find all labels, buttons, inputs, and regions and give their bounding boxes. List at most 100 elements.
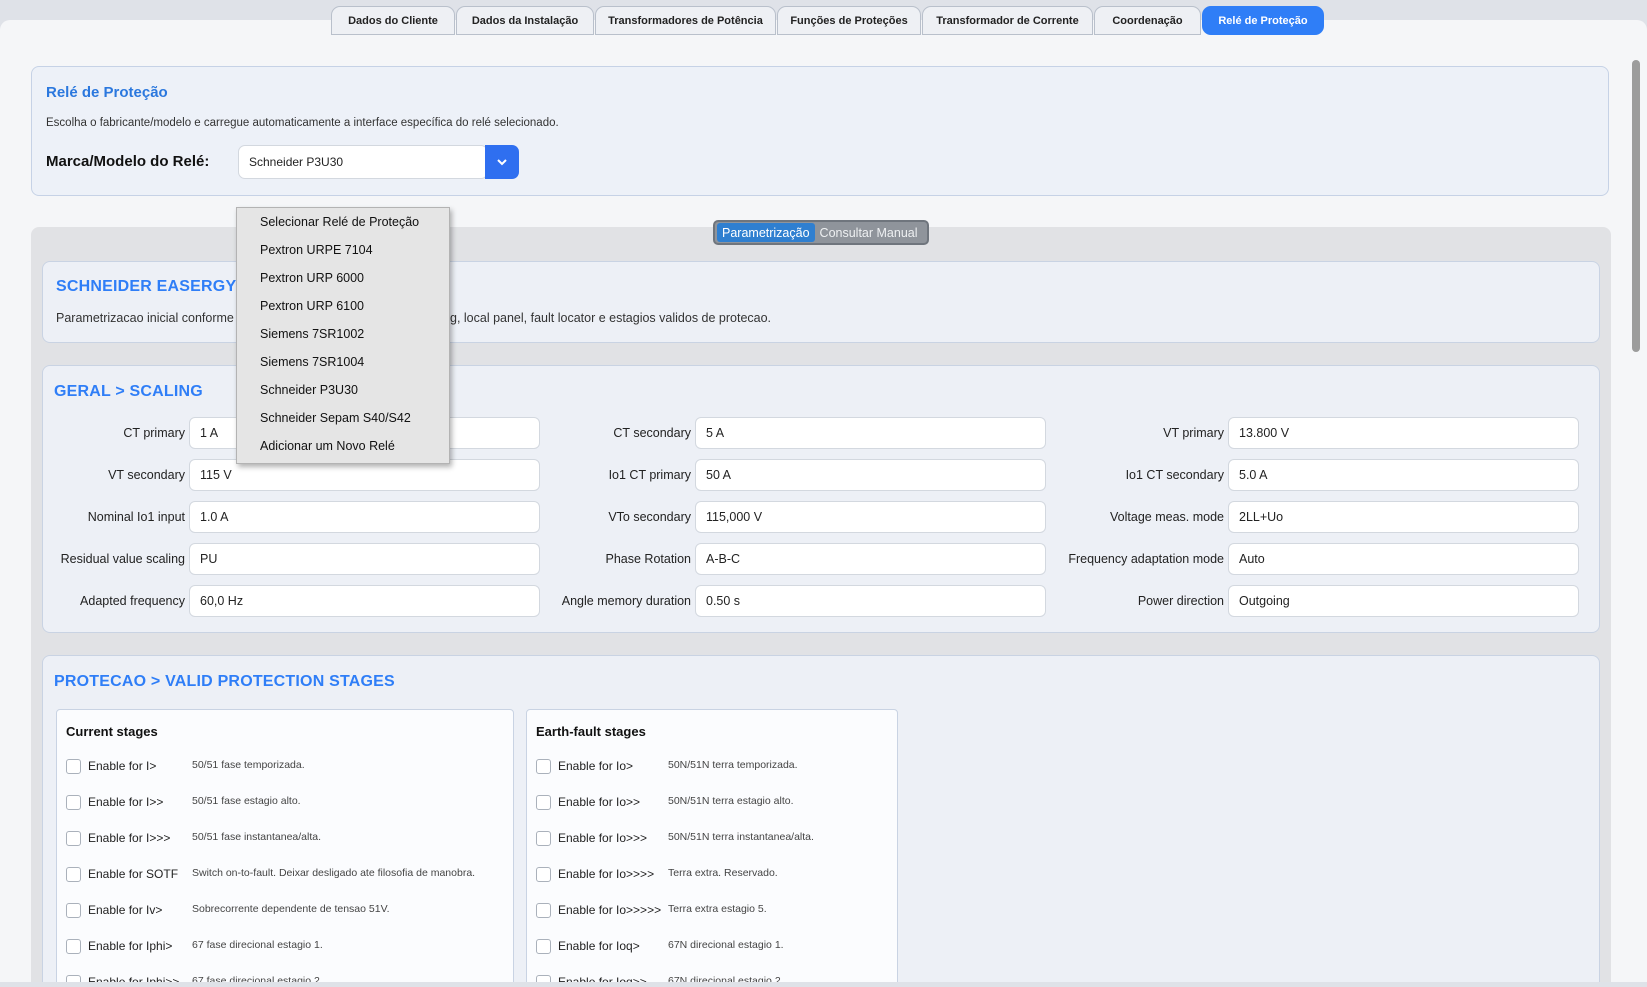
stage-row: Enable for Io> [536,757,633,775]
earth-fault-stages-box: Earth-fault stages Enable for Io> 50N/51… [526,709,898,987]
stage-row: Enable for Iphi> [66,937,172,955]
stage-label: Enable for Io>> [558,795,641,809]
intro-description-start: Parametrizacao inicial conforme [56,311,234,325]
frequency-adaptation-mode-input[interactable]: Auto [1228,543,1579,575]
field-label: Frequency adaptation mode [1068,552,1224,566]
field-label: Angle memory duration [561,594,691,608]
dropdown-option[interactable]: Siemens 7SR1004 [260,355,364,369]
vto-secondary-input[interactable]: 115,000 V [695,501,1046,533]
stage-label: Enable for I>>> [88,831,171,845]
field-label: Phase Rotation [605,552,691,566]
ct-secondary-input[interactable]: 5 A [695,417,1046,449]
stage-description: 50N/51N terra instantanea/alta. [668,831,814,843]
stage-row: Enable for SOTF [66,865,178,883]
tab-rele-protecao[interactable]: Relé de Proteção [1202,6,1324,35]
angle-memory-duration-input[interactable]: 0.50 s [695,585,1046,617]
stage-label: Enable for Ioq> [558,939,640,953]
field-label: CT primary [123,426,185,440]
toggle-parametrizacao[interactable]: Parametrização [717,223,815,242]
phase-rotation-input[interactable]: A-B-C [695,543,1046,575]
enable-io4-checkbox[interactable] [536,866,551,882]
field-label: VT primary [1163,426,1224,440]
dropdown-option[interactable]: Siemens 7SR1002 [260,327,364,341]
page-scrollbar[interactable] [1632,60,1640,352]
relay-description: Escolha o fabricante/modelo e carregue a… [46,117,559,129]
field-label: Voltage meas. mode [1110,510,1224,524]
enable-io3-checkbox[interactable] [536,830,551,846]
stage-row: Enable for Io>> [536,793,640,811]
enable-i3-checkbox[interactable] [66,830,81,846]
mode-toggle: Parametrização Consultar Manual [713,220,929,245]
nominal-io1-input[interactable]: 1.0 A [189,501,540,533]
stage-label: Enable for Iv> [88,903,163,917]
stage-description: 50N/51N terra estagio alto. [668,795,794,807]
stage-label: Enable for Io>>>>> [558,903,662,917]
stage-row: Enable for Ioq> [536,937,640,955]
power-direction-input[interactable]: Outgoing [1228,585,1579,617]
enable-io5-checkbox[interactable] [536,902,551,918]
stage-label: Enable for Io>>>> [558,867,655,881]
tab-transformadores-potencia[interactable]: Transformadores de Potência [595,6,776,35]
stage-row: Enable for I>> [66,793,163,811]
io1-ct-primary-input[interactable]: 50 A [695,459,1046,491]
tab-coordenacao[interactable]: Coordenação [1094,6,1201,35]
intro-description-end: g, local panel, fault locator e estagios… [450,311,772,325]
dropdown-option[interactable]: Pextron URPE 7104 [260,243,373,257]
protection-stages-section: PROTECAO > VALID PROTECTION STAGES Curre… [42,655,1600,987]
intro-title: SCHNEIDER EASERGY [56,278,237,295]
stage-label: Enable for I>> [88,795,164,809]
dropdown-option[interactable]: Schneider P3U30 [260,383,358,397]
enable-iphi1-checkbox[interactable] [66,938,81,954]
enable-sotf-checkbox[interactable] [66,866,81,882]
relay-select-dropdown-button[interactable] [485,145,519,179]
field-label: Residual value scaling [60,552,185,566]
enable-io2-checkbox[interactable] [536,794,551,810]
io1-ct-secondary-input[interactable]: 5.0 A [1228,459,1579,491]
field-label: Power direction [1137,594,1224,608]
field-label: Io1 CT secondary [1125,468,1224,482]
dropdown-option[interactable]: Selecionar Relé de Proteção [260,215,419,229]
enable-iv-checkbox[interactable] [66,902,81,918]
dropdown-option[interactable]: Adicionar um Novo Relé [260,439,395,453]
stage-description: 50/51 fase estagio alto. [192,795,301,807]
current-stages-box: Current stages Enable for I> 50/51 fase … [56,709,514,987]
stage-label: Enable for I> [88,759,157,773]
field-label: Nominal Io1 input [87,510,185,524]
stage-description: 67N direcional estagio 1. [668,939,784,951]
enable-i2-checkbox[interactable] [66,794,81,810]
tab-dados-instalacao[interactable]: Dados da Instalação [456,6,594,35]
bottom-edge [0,982,1647,987]
stage-description: 50/51 fase temporizada. [192,759,305,771]
relay-model-dropdown-list: Selecionar Relé de Proteção Pextron URPE… [236,207,450,464]
chevron-down-icon [497,159,507,166]
stage-label: Enable for Io> [558,759,634,773]
dropdown-option[interactable]: Schneider Sepam S40/S42 [260,411,411,425]
current-stages-title: Current stages [66,724,158,739]
enable-io1-checkbox[interactable] [536,758,551,774]
stage-row: Enable for Io>>>> [536,865,654,883]
dropdown-option[interactable]: Pextron URP 6000 [260,271,364,285]
stage-description: Sobrecorrente dependente de tensao 51V. [192,903,390,915]
field-label: CT secondary [613,426,691,440]
voltage-meas-mode-input[interactable]: 2LL+Uo [1228,501,1579,533]
enable-ioq1-checkbox[interactable] [536,938,551,954]
residual-value-scaling-input[interactable]: PU [189,543,540,575]
stage-row: Enable for I> [66,757,156,775]
stage-description: Terra extra. Reservado. [668,867,778,879]
field-label: VT secondary [108,468,185,482]
adapted-frequency-input[interactable]: 60,0 Hz [189,585,540,617]
tab-dados-cliente[interactable]: Dados do Cliente [331,6,455,35]
field-label: Io1 CT primary [608,468,691,482]
enable-i1-checkbox[interactable] [66,758,81,774]
earth-fault-stages-title: Earth-fault stages [536,724,646,739]
vt-primary-input[interactable]: 13.800 V [1228,417,1579,449]
stage-label: Enable for Iphi> [88,939,173,953]
dropdown-option[interactable]: Pextron URP 6100 [260,299,364,313]
tab-funcoes-protecoes[interactable]: Funções de Proteções [777,6,921,35]
relay-model-select[interactable]: Schneider P3U30 [238,145,488,179]
toggle-consultar-manual[interactable]: Consultar Manual [815,223,923,242]
main-tabs: Dados do Cliente Dados da Instalação Tra… [331,6,1325,35]
stage-description: 67 fase direcional estagio 1. [192,939,323,951]
stage-description: Terra extra estagio 5. [668,903,767,915]
tab-transformador-corrente[interactable]: Transformador de Corrente [922,6,1093,35]
